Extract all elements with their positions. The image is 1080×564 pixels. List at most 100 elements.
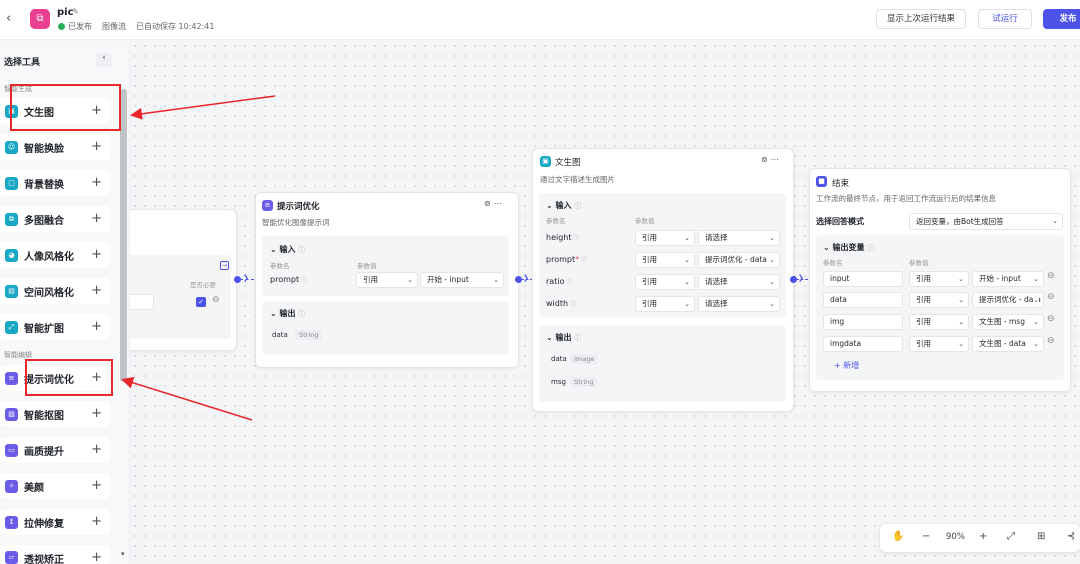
add-icon[interactable]: + (91, 550, 102, 564)
output-vars-title[interactable]: ⌄ 输出变量 ⓘ (823, 242, 874, 253)
ref-select[interactable]: 引用 ⌄ (909, 292, 969, 308)
publish-button[interactable]: 发布 (1043, 9, 1080, 29)
back-button[interactable]: ‹ (6, 11, 20, 27)
ref-select[interactable]: 引用 ⌄ (909, 271, 969, 287)
sidebar-item-multi-merge[interactable]: ⧉ 多图融合 + (0, 206, 110, 232)
sidebar-item-expand[interactable]: ⤢ 智能扩图 + (0, 314, 110, 340)
var-name-input[interactable]: img (823, 314, 903, 330)
param-value-header: 参数值 (357, 262, 377, 270)
zoom-in-button[interactable]: + (979, 531, 987, 542)
node-title: 文生图 (555, 158, 581, 168)
input-title[interactable]: ⌄ 输入 ⓘ (270, 244, 305, 255)
node-actions[interactable]: ⊚⋯ (761, 155, 782, 164)
add-icon[interactable]: + (91, 139, 102, 154)
node-actions[interactable]: ⊚⋯ (484, 199, 505, 208)
add-icon[interactable]: + (91, 478, 102, 493)
add-icon[interactable]: + (91, 283, 102, 298)
zoom-out-button[interactable]: − (922, 531, 930, 542)
value-select[interactable]: 请选择 ⌄ (698, 230, 780, 246)
zoom-level[interactable]: 90% (946, 532, 965, 542)
output-title[interactable]: ⌄ 输出 ⓘ (270, 308, 305, 319)
prompt-icon: ≡ (262, 200, 273, 211)
sidebar-item-quality[interactable]: ▭ 画质提升 + (0, 437, 110, 463)
merge-icon: ⧉ (5, 212, 18, 226)
param-name: prompt* ⓘ (546, 255, 588, 264)
input-panel: ⌄ 输入 ⓘ 参数名 参数值 prompt ⓘ 引用 ⌄ 开始 - input ⌄ (262, 236, 509, 296)
sidebar-item-face-swap[interactable]: ☺ 智能换脸 + (0, 134, 110, 160)
top-header: ‹ ⧉ pic ✎ 已发布 图像流 已自动保存 10:42:41 显示上次运行结… (0, 0, 1080, 40)
required-checkbox[interactable]: ✓ (196, 297, 206, 307)
ref-select[interactable]: 引用 ⌄ (635, 274, 695, 290)
sidebar-item-bg-replace[interactable]: ▢ 背景替换 + (0, 170, 110, 196)
output-name: data (551, 355, 567, 363)
remove-icon[interactable]: ⊖ (1047, 336, 1055, 346)
remove-icon[interactable]: ⊖ (1047, 292, 1055, 302)
remove-icon[interactable]: ⊖ (1047, 271, 1055, 281)
export-icon[interactable]: → (220, 261, 229, 270)
value-select[interactable]: 请选择 ⌄ (698, 274, 780, 290)
add-icon[interactable]: + (91, 319, 102, 334)
add-icon[interactable]: + (91, 442, 102, 457)
remove-icon[interactable]: ⊖ (212, 295, 220, 305)
var-name-input[interactable]: input (823, 271, 903, 287)
ref-select[interactable]: 引用 ⌄ (635, 252, 695, 268)
output-type-tag: String (570, 377, 598, 387)
sidebar-item-perspective[interactable]: ▱ 透视矫正 + (0, 545, 110, 564)
answer-mode-label: 选择回答模式 (816, 217, 864, 226)
var-name-input[interactable]: data (823, 292, 903, 308)
value-select[interactable]: 请选择 ⌄ (698, 296, 780, 312)
scroll-down-arrow-icon[interactable]: ▾ (121, 550, 125, 558)
add-variable-button[interactable]: + 新增 (834, 360, 859, 371)
node-desc: 智能优化图像提示词 (262, 218, 330, 227)
edge-arrow-icon: ❯ (243, 274, 249, 282)
answer-mode-select[interactable]: 返回变量，由Bot生成回答 ⌄ (909, 213, 1063, 230)
sidebar-item-cutout[interactable]: ▨ 智能抠图 + (0, 401, 110, 427)
end-node[interactable]: ■ 结束 工作流的最终节点，用于返回工作流运行后的结果信息 选择回答模式 返回变… (809, 168, 1071, 392)
value-select[interactable]: 开始 - input ⌄ (972, 271, 1044, 287)
add-icon[interactable]: + (91, 175, 102, 190)
sidebar-item-beauty[interactable]: ✧ 美颜 + (0, 473, 110, 499)
output-title[interactable]: ⌄ 输出 ⓘ (546, 332, 581, 343)
sidebar-item-stretch[interactable]: ↕ 拉伸修复 + (0, 509, 110, 535)
param-name: width ⓘ (546, 299, 576, 308)
value-select[interactable]: 文生图 - data ⌄ (972, 336, 1044, 352)
value-select[interactable]: 提示词优化 - data ⌄ (698, 252, 780, 268)
add-icon[interactable]: + (91, 514, 102, 529)
minimap-icon[interactable]: ⊞ (1037, 531, 1045, 542)
add-icon[interactable]: + (91, 247, 102, 262)
perspective-icon: ▱ (5, 551, 18, 564)
ref-select[interactable]: 引用 ⌄ (909, 314, 969, 330)
input-panel: ⌄ 输入 ⓘ 参数名 参数值 height ⓘ 引用 ⌄ 请选择 ⌄ prompt*… (539, 193, 786, 317)
collapse-sidebar-button[interactable]: ‹ (96, 53, 112, 67)
var-name-input[interactable]: imgdata (823, 336, 903, 352)
add-icon[interactable]: + (91, 406, 102, 421)
remove-icon[interactable]: ⊖ (1047, 314, 1055, 324)
sidebar-scrollbar[interactable] (120, 89, 127, 382)
fit-view-icon[interactable]: ⤢ (1007, 531, 1015, 542)
edit-icon[interactable]: ✎ (72, 7, 79, 16)
show-last-result-button[interactable]: 显示上次运行结果 (876, 9, 966, 29)
text-to-image-node[interactable]: ▣ 文生图 ⊚⋯ 通过文字描述生成图片 ⌄ 输入 ⓘ 参数名 参数值 heigh… (532, 148, 794, 412)
layout-icon[interactable]: ⊰ (1067, 531, 1075, 542)
try-run-button[interactable]: 试运行 (978, 9, 1032, 29)
hand-icon[interactable]: ✋ (892, 531, 904, 542)
value-select[interactable]: 开始 - input ⌄ (420, 272, 504, 288)
prompt-optimize-node[interactable]: ≡ 提示词优化 ⊚⋯ 智能优化图像提示词 ⌄ 输入 ⓘ 参数名 参数值 prom… (255, 192, 519, 368)
output-vars-panel: ⌄ 输出变量 ⓘ 参数名 参数值 input 引用 ⌄ 开始 - input ⌄ ⊖… (816, 235, 1064, 380)
sidebar-item-portrait-style[interactable]: ◕ 人像风格化 + (0, 242, 110, 268)
workflow-icon: ⧉ (30, 9, 50, 29)
publish-status: 已发布 (58, 21, 92, 32)
value-select[interactable]: 提示词优化 - data ⌄ (972, 292, 1044, 308)
ref-select[interactable]: 引用 ⌄ (635, 296, 695, 312)
ref-select[interactable]: 引用 ⌄ (356, 272, 418, 288)
ref-select[interactable]: 引用 ⌄ (909, 336, 969, 352)
sidebar-item-space-style[interactable]: ▤ 空间风格化 + (0, 278, 110, 304)
input-title[interactable]: ⌄ 输入 ⓘ (546, 200, 581, 211)
space-icon: ▤ (5, 284, 18, 298)
output-name: msg (551, 378, 566, 386)
param-name: prompt ⓘ (270, 275, 308, 284)
ref-select[interactable]: 引用 ⌄ (635, 230, 695, 246)
node-title: 结束 (832, 179, 850, 189)
value-select[interactable]: 文生图 - msg ⌄ (972, 314, 1044, 330)
add-icon[interactable]: + (91, 211, 102, 226)
